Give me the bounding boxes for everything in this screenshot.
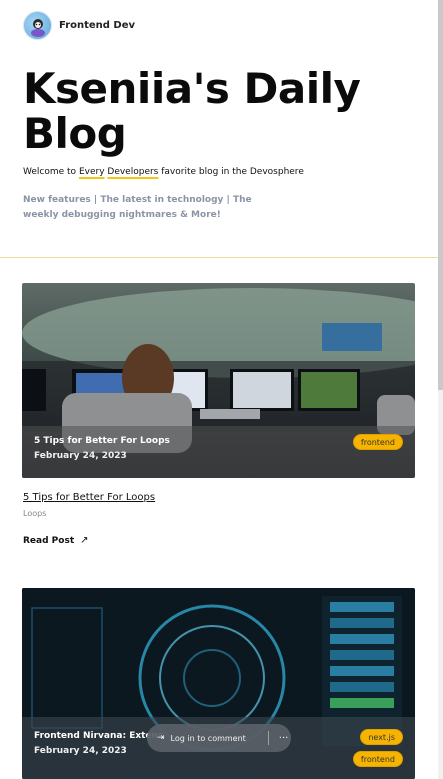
post-title-link[interactable]: 5 Tips for Better For Loops [23,492,155,503]
avatar-icon [30,18,45,37]
read-post-link[interactable]: Read Post ↗ [23,535,89,546]
post-category: Loops [23,509,47,518]
login-label: Log in to comment [170,733,246,743]
intro-suffix: favorite blog in the Devosphere [158,167,304,177]
comment-toolbar: ⇥ Log in to comment ··· [147,724,291,752]
tag-frontend[interactable]: frontend [352,434,403,450]
page-title: Kseniia's Daily Blog [23,64,361,158]
intro-text: Welcome to Every Developers favorite blo… [23,167,304,177]
tag-nextjs[interactable]: next.js [360,729,403,745]
page-scrollbar[interactable] [438,0,443,779]
intro-highlight-every: Every [78,167,105,177]
arrow-up-right-icon: ↗ [80,535,89,546]
overlay-date-2: February 24, 2023 [34,746,127,756]
overlay-title: 5 Tips for Better For Loops [34,436,170,446]
site-header: Frontend Dev [23,11,135,40]
intro-highlight-developers: Developers [107,167,159,177]
tag-frontend-2[interactable]: frontend [352,751,403,767]
tagline: New features | The latest in technology … [23,195,252,220]
overlay-title-2: Frontend Nirvana: Extens [34,731,164,741]
post-card-image[interactable]: 5 Tips for Better For Loops February 24,… [22,283,415,478]
avatar[interactable] [23,11,52,40]
brand-name[interactable]: Frontend Dev [59,20,135,31]
intro-prefix: Welcome to [23,167,79,177]
section-divider [0,257,438,258]
scrollbar-thumb[interactable] [438,0,443,390]
read-post-label: Read Post [23,535,75,546]
toolbar-separator [267,731,269,745]
overlay-date: February 24, 2023 [34,451,127,461]
post-card-overlay: 5 Tips for Better For Loops February 24,… [22,426,415,478]
login-to-comment-button[interactable]: ⇥ Log in to comment [147,724,254,752]
more-options-icon[interactable]: ··· [279,733,289,744]
login-icon: ⇥ [157,733,165,743]
